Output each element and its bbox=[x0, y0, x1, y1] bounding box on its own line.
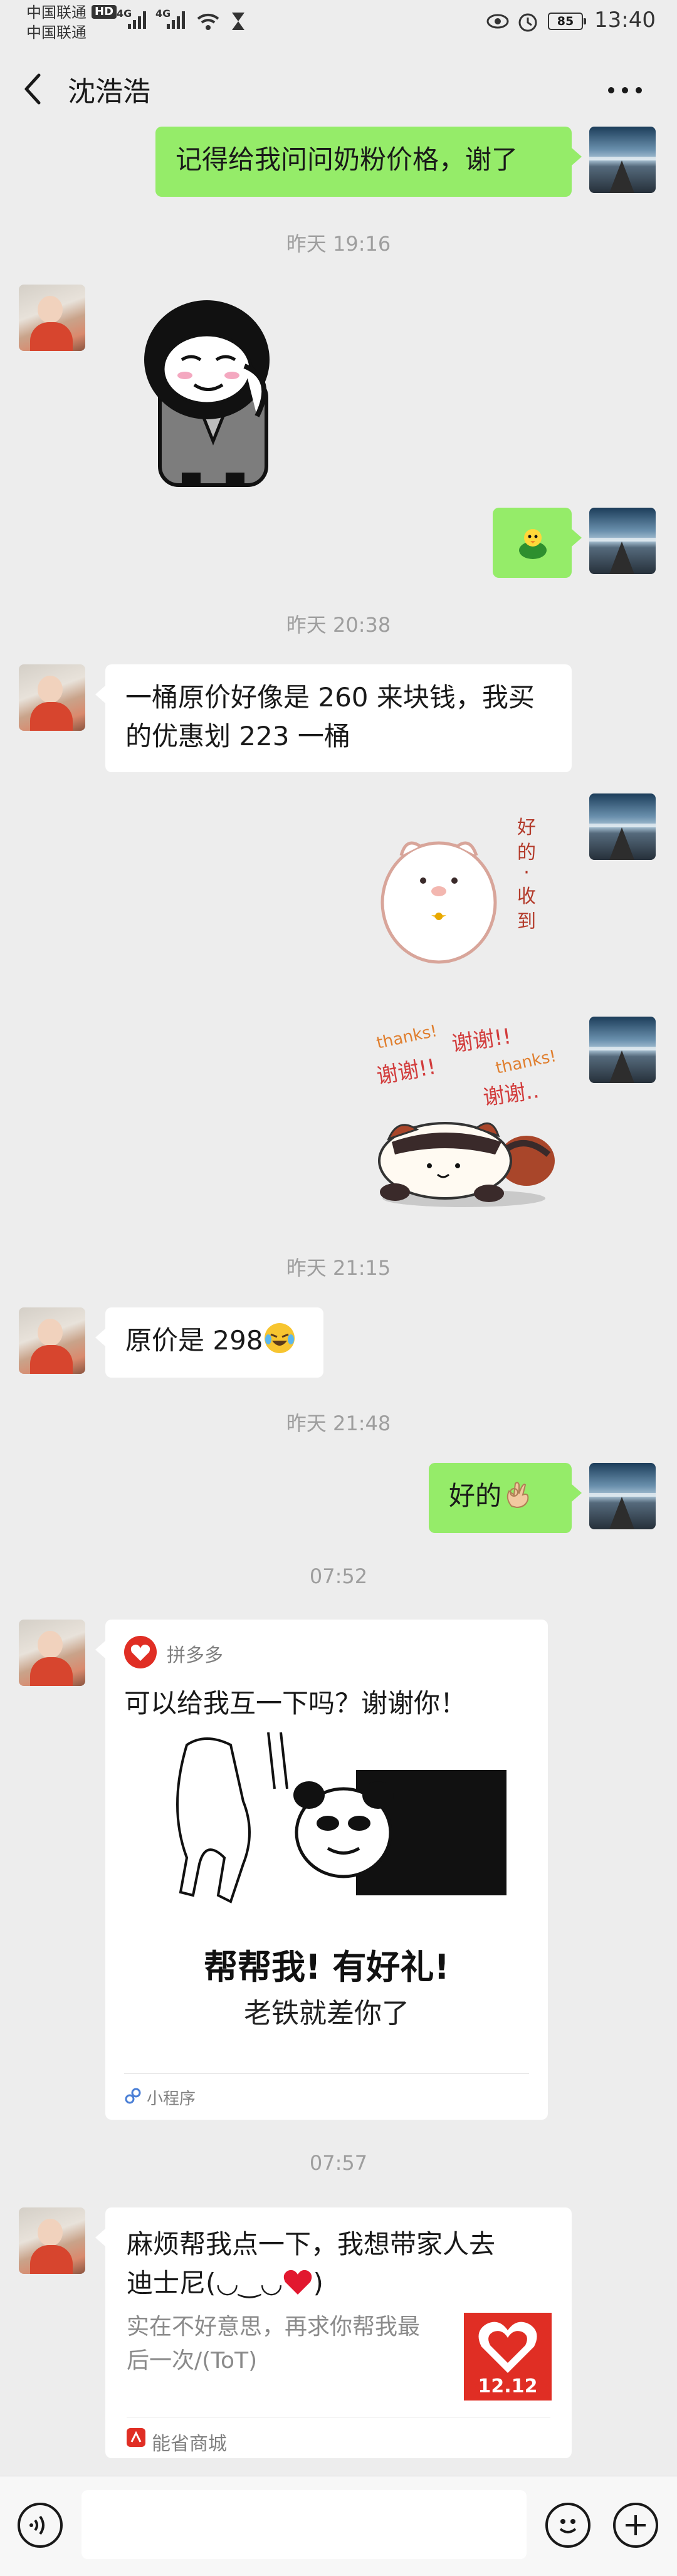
self-avatar[interactable] bbox=[589, 1463, 656, 1529]
message-bubble-self[interactable]: 记得给我问问奶粉价格，谢了 bbox=[155, 127, 582, 197]
link-card-title-line-2: 迪士尼(◡‿◡) bbox=[127, 2268, 323, 2298]
clock: 13:40 bbox=[594, 8, 656, 33]
red-heart-icon bbox=[284, 2270, 312, 2295]
pinduoduo-heart-logo-icon bbox=[478, 2322, 537, 2373]
alarm-icon bbox=[518, 13, 537, 32]
message-bubble-friend[interactable]: 原价是 298 bbox=[95, 1307, 323, 1378]
nengsheng-app-icon bbox=[127, 2428, 145, 2447]
raccoon-illustration bbox=[378, 1122, 555, 1207]
message-bubble-friend[interactable]: 一桶原价好像是 260 来块钱，我买 的优惠划 223 一桶 bbox=[95, 664, 572, 772]
message-bubble-self[interactable]: 好的 bbox=[429, 1463, 582, 1533]
message-input[interactable] bbox=[81, 2490, 527, 2559]
link-card-title-line: 麻烦帮我点一下，我想带家人去 bbox=[127, 2229, 496, 2259]
panda-meme-illustration bbox=[176, 1732, 506, 1903]
mini-program-headline: 帮帮我! 有好礼! bbox=[203, 1947, 450, 1987]
chat-title: 沈浩浩 bbox=[68, 76, 150, 108]
message-line: 一桶原价好像是 260 来块钱，我买 bbox=[125, 682, 535, 713]
mini-program-app-name: 拼多多 bbox=[167, 1645, 223, 1667]
mini-program-subline: 老铁就差你了 bbox=[244, 1997, 409, 2029]
crying-laughing-emoji-icon bbox=[264, 1323, 295, 1353]
sticker-caption: thanks! bbox=[374, 1022, 439, 1053]
friend-avatar[interactable] bbox=[19, 285, 85, 351]
message-text: 好的 bbox=[449, 1480, 502, 1511]
mini-program-label: 小程序 bbox=[147, 2090, 196, 2108]
back-arrow-icon[interactable] bbox=[21, 71, 43, 107]
self-avatar[interactable] bbox=[589, 508, 656, 574]
sticker-raccoon-thanks[interactable]: thanks! 谢谢!! 谢谢!! thanks! 谢谢.. bbox=[364, 1017, 570, 1217]
link-card-thumbnail: 12.12 bbox=[464, 2313, 552, 2401]
self-avatar[interactable] bbox=[589, 127, 656, 193]
ok-hand-emoji-icon bbox=[506, 1482, 529, 1509]
sticker-caption: 谢谢!! bbox=[374, 1054, 438, 1089]
add-more-icon[interactable] bbox=[613, 2503, 658, 2548]
sticker-cat-ok[interactable]: 好 的 · 收 到 bbox=[376, 809, 564, 978]
sticker-caption-char: 到 bbox=[517, 911, 536, 933]
link-card[interactable]: 麻烦帮我点一下，我想带家人去 迪士尼(◡‿◡) 实在不好意思，再求你帮我最 后一… bbox=[95, 2207, 572, 2458]
mini-program-card[interactable]: 拼多多 可以给我互一下吗？谢谢你！ 帮帮我! 有好礼! 老铁就差你了 小程序 bbox=[95, 1620, 548, 2120]
emoji-bubble-self[interactable] bbox=[493, 508, 582, 578]
timestamp: 昨天 20:38 bbox=[286, 613, 391, 637]
self-avatar[interactable] bbox=[589, 1017, 656, 1083]
sticker-panda-face[interactable] bbox=[125, 285, 301, 491]
battery-icon: 85 bbox=[548, 13, 586, 30]
link-card-source: 能省商城 bbox=[152, 2433, 227, 2455]
timestamp: 07:52 bbox=[309, 1564, 368, 1588]
more-options-icon[interactable] bbox=[608, 84, 648, 97]
message-line: 的优惠划 223 一桶 bbox=[125, 721, 350, 751]
link-card-desc-line: 后一次/(ToT) bbox=[127, 2348, 258, 2374]
sticker-caption: 谢谢!! bbox=[450, 1024, 513, 1057]
mini-program-icon bbox=[125, 2088, 141, 2104]
mini-program-preview: 帮帮我! 有好礼! 老铁就差你了 bbox=[124, 1732, 529, 2052]
input-bar bbox=[0, 2476, 677, 2576]
signal-icon bbox=[128, 10, 149, 29]
link-card-title: 麻烦帮我点一下，我想带家人去 迪士尼(◡‿◡) bbox=[127, 2225, 495, 2303]
signal-icon-2 bbox=[167, 10, 188, 29]
carrier-label-2: 中国联通 bbox=[26, 24, 87, 41]
timestamp: 昨天 21:15 bbox=[286, 1256, 391, 1280]
self-avatar[interactable] bbox=[589, 793, 656, 860]
hourglass-icon bbox=[232, 13, 244, 30]
sticker-caption-char: 的 bbox=[517, 842, 536, 864]
friend-avatar[interactable] bbox=[19, 1307, 85, 1374]
friend-avatar[interactable] bbox=[19, 664, 85, 731]
voice-input-icon[interactable] bbox=[18, 2503, 63, 2548]
timestamp: 昨天 21:48 bbox=[286, 1411, 391, 1435]
sticker-caption: thanks! bbox=[493, 1047, 559, 1078]
divider bbox=[124, 2073, 529, 2074]
chat-header: 沈浩浩 bbox=[0, 50, 677, 125]
sticker-caption-char: 收 bbox=[517, 886, 536, 908]
sticker-caption-char: · bbox=[523, 862, 530, 884]
mini-program-title: 可以给我互一下吗？谢谢你！ bbox=[124, 1688, 467, 1719]
sticker-caption-char: 好 bbox=[517, 817, 536, 839]
hd-badge: HD bbox=[92, 5, 117, 19]
carrier-label: 中国联通 bbox=[26, 4, 87, 21]
timestamp: 07:57 bbox=[309, 2151, 368, 2175]
link-card-description: 实在不好意思，再求你帮我最 后一次/(ToT) bbox=[127, 2310, 420, 2378]
thumbnail-date: 12.12 bbox=[478, 2375, 538, 2397]
emoji-picker-icon[interactable] bbox=[545, 2503, 590, 2548]
timestamp: 昨天 19:16 bbox=[286, 232, 391, 256]
pinduoduo-logo-icon bbox=[124, 1636, 157, 1668]
link-card-desc-line: 实在不好意思，再求你帮我最 bbox=[127, 2314, 421, 2340]
eye-icon bbox=[486, 14, 509, 29]
wifi-icon bbox=[197, 13, 219, 30]
message-text: 原价是 298 bbox=[125, 1325, 263, 1356]
friend-avatar[interactable] bbox=[19, 1620, 85, 1686]
friend-avatar[interactable] bbox=[19, 2207, 85, 2274]
chick-emoji-icon bbox=[519, 529, 547, 559]
status-bar: 中国联通 中国联通 HD 4G 4G 85 13:40 bbox=[0, 0, 677, 50]
